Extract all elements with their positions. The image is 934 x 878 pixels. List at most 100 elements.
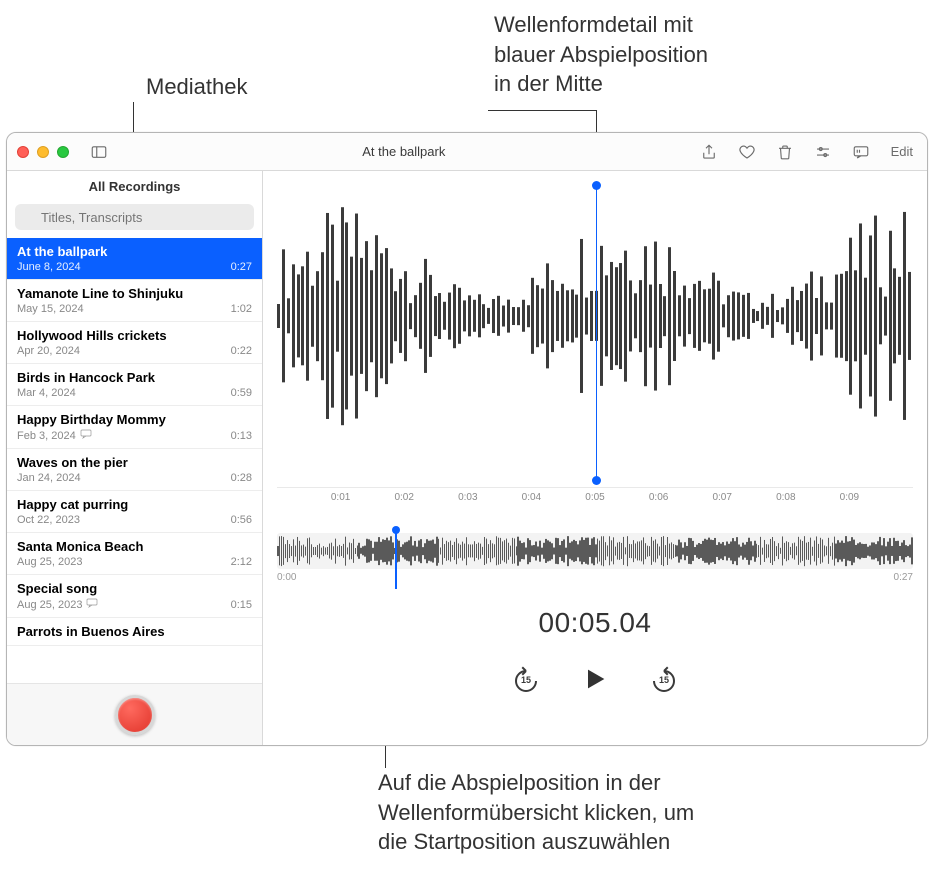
annotation-line (488, 110, 596, 111)
recording-duration: 0:56 (231, 514, 252, 526)
waveform-bar (889, 231, 892, 401)
waveform-bar (830, 302, 833, 329)
waveform-bar (805, 283, 808, 348)
recording-detail: 0:010:020:030:040:050:060:070:080:09 0:0… (263, 171, 927, 745)
waveform-bar (350, 256, 353, 375)
record-button[interactable] (115, 695, 155, 735)
recording-item[interactable]: Parrots in Buenos Aires (7, 618, 262, 646)
playback-settings-button[interactable] (811, 142, 835, 162)
waveform-bar (825, 303, 828, 330)
waveform-bar (297, 275, 300, 358)
toolbar-right: Edit (697, 142, 917, 162)
waveform-bar (703, 290, 706, 343)
annotation-waveform-detail: Wellenformdetail mit blauer Abspielposit… (494, 10, 708, 99)
waveform-bar (355, 213, 358, 418)
fullscreen-window-button[interactable] (57, 146, 69, 158)
app-window: At the ballpark Edit All Recordings (6, 132, 928, 746)
detail-playhead[interactable] (596, 185, 597, 481)
waveform-bar (893, 269, 896, 364)
annotation-overview-playhead: Auf die Abspielposition in der Wellenfor… (378, 768, 694, 857)
waveform-bar (776, 310, 779, 322)
waveform-bar (336, 280, 339, 351)
recording-date: Oct 22, 2023 (17, 514, 80, 526)
recording-item[interactable]: Special songAug 25, 20230:15 (7, 575, 262, 618)
skip-forward-button[interactable]: 15 (649, 666, 679, 696)
favorite-button[interactable] (735, 142, 759, 162)
overview-playhead[interactable] (395, 529, 397, 589)
overview-times: 0:00 0:27 (277, 572, 913, 583)
waveform-bar (360, 258, 363, 374)
recording-item[interactable]: Happy cat purringOct 22, 20230:56 (7, 491, 262, 533)
recording-item[interactable]: At the ballparkJune 8, 20240:27 (7, 238, 262, 280)
waveform-bar (644, 246, 647, 386)
recording-meta: Aug 25, 20230:15 (17, 598, 252, 611)
overview-end-time: 0:27 (894, 572, 913, 583)
skip-back-button[interactable]: 15 (511, 666, 541, 696)
annotation-text: blauer Abspielposition (494, 40, 708, 70)
recordings-list: At the ballparkJune 8, 20240:27Yamanote … (7, 238, 262, 683)
annotation-text: Wellenformdetail mit (494, 10, 708, 40)
timeline-tick: 0:03 (458, 492, 477, 503)
waveform-bar (546, 264, 549, 369)
recording-meta: May 15, 20241:02 (17, 303, 252, 315)
recording-item[interactable]: Happy Birthday Mommy Feb 3, 20240:13 (7, 406, 262, 449)
waveform-bar (531, 278, 534, 354)
recording-item[interactable]: Hollywood Hills cricketsApr 20, 20240:22 (7, 322, 262, 364)
waveform-bar (712, 272, 715, 359)
waveform-bar (605, 276, 608, 357)
waveform-bar (859, 224, 862, 409)
timeline-ticks: 0:010:020:030:040:050:060:070:080:09 (277, 487, 913, 515)
skip-seconds-label: 15 (511, 675, 541, 685)
transcript-button[interactable] (849, 142, 873, 162)
waveform-bar (282, 250, 285, 383)
waveform-bar (840, 274, 843, 358)
window-body: All Recordings At the ballparkJune 8, 20… (7, 171, 927, 745)
recording-title: Waves on the pier (17, 455, 252, 470)
waveform-bar (732, 291, 735, 340)
play-icon (581, 665, 609, 693)
waveform-bar (747, 293, 750, 339)
recording-meta: Feb 3, 20240:13 (17, 429, 252, 442)
heart-icon (738, 143, 756, 161)
waveform-bar (292, 265, 295, 368)
play-button[interactable] (581, 665, 609, 696)
edit-button[interactable]: Edit (887, 142, 917, 161)
waveform-bar (522, 300, 525, 332)
waveform-bar (903, 212, 906, 420)
timeline-tick: 0:08 (776, 492, 795, 503)
recording-title: Happy Birthday Mommy (17, 412, 252, 427)
share-button[interactable] (697, 142, 721, 162)
waveform-bar (409, 303, 412, 329)
minimize-window-button[interactable] (37, 146, 49, 158)
waveform-overview[interactable]: 0:00 0:27 (277, 533, 913, 583)
waveform-bar (478, 295, 481, 338)
waveform-bar (815, 298, 818, 334)
waveform-bar (331, 224, 334, 407)
waveform-bar (321, 252, 324, 380)
waveform-bar (624, 250, 627, 381)
recording-meta: June 8, 20240:27 (17, 261, 252, 273)
recording-meta: Apr 20, 20240:22 (17, 345, 252, 357)
waveform-bar (404, 271, 407, 361)
delete-button[interactable] (773, 142, 797, 162)
close-window-button[interactable] (17, 146, 29, 158)
waveform-bar (854, 271, 857, 362)
sidebar-toggle-button[interactable] (87, 142, 111, 162)
waveform-bar (752, 309, 755, 323)
waveform-bar (634, 294, 637, 339)
recording-duration: 0:59 (231, 387, 252, 399)
recording-item[interactable]: Birds in Hancock ParkMar 4, 20240:59 (7, 364, 262, 406)
recording-duration: 0:28 (231, 472, 252, 484)
waveform-bar (492, 299, 495, 333)
recording-duration: 2:12 (231, 556, 252, 568)
recording-item[interactable]: Santa Monica BeachAug 25, 20232:12 (7, 533, 262, 575)
recording-item[interactable]: Yamanote Line to ShinjukuMay 15, 20241:0… (7, 280, 262, 322)
waveform-bar (306, 251, 309, 380)
recording-item[interactable]: Waves on the pierJan 24, 20240:28 (7, 449, 262, 491)
waveform-bar (683, 285, 686, 346)
search-input[interactable] (15, 204, 254, 230)
transcript-icon (852, 143, 870, 161)
waveform-bar (781, 308, 784, 325)
waveform-bar (849, 237, 852, 394)
waveform-bar (786, 299, 789, 333)
